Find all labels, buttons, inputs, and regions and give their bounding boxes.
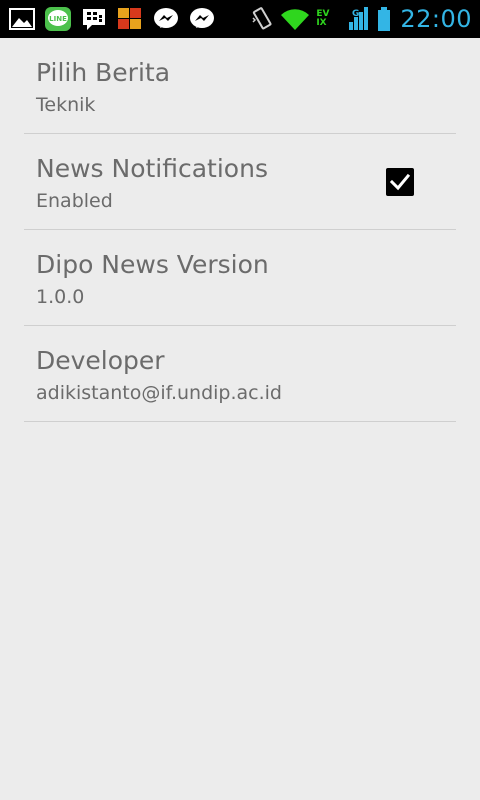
messenger-icon (152, 6, 180, 32)
svg-text:LINE: LINE (49, 15, 67, 23)
system-icons: EV IX G 22:00 (244, 5, 472, 33)
pref-summary: Teknik (36, 94, 96, 116)
status-bar: LINE EV IX G 22:00 (0, 0, 480, 38)
line-app-icon: LINE (44, 6, 72, 32)
pref-title: Dipo News Version (36, 250, 269, 279)
notifications-checkbox[interactable] (386, 168, 414, 196)
wifi-icon (280, 6, 310, 32)
bbm-icon (80, 6, 108, 32)
notification-icons: LINE (8, 6, 224, 32)
signal-icon: G (348, 6, 370, 32)
pref-news-notifications[interactable]: News Notifications Enabled (24, 134, 456, 230)
app-grid-icon (116, 6, 144, 32)
pref-title: News Notifications (36, 154, 268, 183)
pref-summary: Enabled (36, 190, 113, 212)
pref-title: Developer (36, 346, 165, 375)
battery-icon (376, 6, 392, 32)
pref-title: Pilih Berita (36, 58, 171, 87)
pref-summary: adikistanto@if.undip.ac.id (36, 382, 282, 404)
pref-developer[interactable]: Developer adikistanto@if.undip.ac.id (24, 326, 456, 422)
clock: 22:00 (400, 5, 472, 33)
pref-pilih-berita[interactable]: Pilih Berita Teknik (24, 38, 456, 134)
network-type-label: G (352, 9, 359, 19)
gallery-icon (8, 6, 36, 32)
network-label: EV IX (316, 9, 330, 28)
pref-dipo-news-version[interactable]: Dipo News Version 1.0.0 (24, 230, 456, 326)
vibrate-icon (250, 6, 274, 32)
pref-summary: 1.0.0 (36, 286, 85, 308)
preferences-list: Pilih Berita Teknik News Notifications E… (0, 38, 480, 422)
messenger-icon (188, 6, 216, 32)
check-icon (389, 173, 411, 191)
